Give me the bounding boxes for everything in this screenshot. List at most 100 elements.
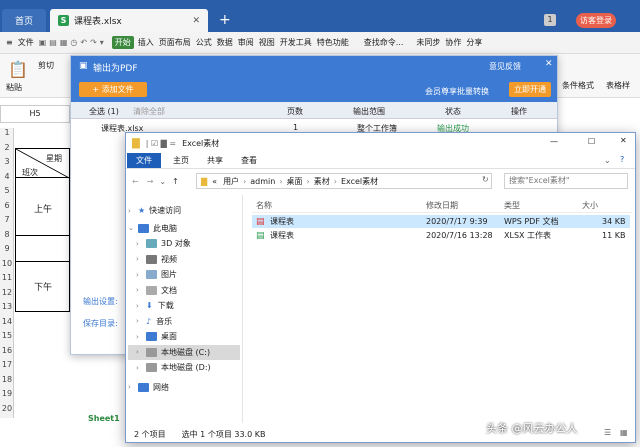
row-number[interactable]: 6 [0,201,14,210]
nav-music[interactable]: › ♪ 音乐 [128,314,240,330]
row-number[interactable]: 16 [0,346,14,355]
menu-review[interactable]: 审阅 [238,37,254,48]
ribbon-tab-file[interactable]: 文件 [127,153,161,168]
path-admin[interactable]: admin [250,177,275,186]
path-excel[interactable]: Excel素材 [341,176,378,187]
close-icon[interactable]: ✕ [192,16,200,26]
menu-layout[interactable]: 页面布局 [159,37,191,48]
row-number[interactable]: 14 [0,317,14,326]
path-users[interactable]: 用户 [223,176,239,187]
row-number[interactable]: 17 [0,360,14,369]
large-icon-view-icon[interactable]: ▦ [620,428,628,437]
nav-disk-c[interactable]: › 本地磁盘 (C:) [128,344,240,360]
col-size[interactable]: 大小 [582,200,598,211]
nav-desktop[interactable]: › 桌面 [128,329,240,345]
paste-icon[interactable]: 📋 [8,60,28,79]
recent-chevron-icon[interactable]: ⌄ [159,177,166,186]
conditional-format-button[interactable]: 条件格式 [562,80,594,91]
ribbon-tab-view[interactable]: 查看 [241,155,257,166]
open-now-button[interactable]: 立即开通 [509,82,551,97]
clear-all-link[interactable]: 清除全部 [133,106,165,117]
menu-formula[interactable]: 公式 [196,37,212,48]
output-settings-label: 输出设置: [83,297,118,306]
nav-quick-access[interactable]: › ★ 快速访问 [128,203,240,219]
nav-3d[interactable]: › 3D 对象 [128,236,240,252]
name-box[interactable]: H5 [0,105,70,123]
guest-login-button[interactable]: 访客登录 [576,13,616,28]
nav-documents[interactable]: › 文档 [128,283,240,299]
add-file-button[interactable]: + 添加文件 [79,82,147,97]
sheet-tab[interactable]: Sheet1 [88,414,120,423]
back-arrow-icon[interactable]: ← [132,177,139,186]
ribbon-tab-share[interactable]: 共享 [207,155,223,166]
search-input[interactable]: 搜索"Excel素材" [504,173,628,189]
path-desktop[interactable]: 桌面 [287,176,303,187]
row-number[interactable]: 10 [0,259,14,268]
col-type[interactable]: 类型 [504,200,520,211]
nav-downloads[interactable]: › ⬇ 下载 [128,298,240,314]
close-icon[interactable]: ✕ [620,136,627,145]
row-number[interactable]: 13 [0,302,14,311]
row-number[interactable]: 2 [0,143,14,152]
file-row[interactable]: ▤ 课程表 2020/7/16 13:28 XLSX 工作表 11 KB [252,229,630,242]
chevron-down-icon[interactable]: ⌄ [604,156,611,165]
search-command[interactable]: 查找命令... [364,37,404,48]
sync-status[interactable]: 未同步 [416,37,440,48]
paste-button[interactable]: 粘贴 [6,82,22,93]
row-number[interactable]: 5 [0,186,14,195]
row-headers: 1 2 3 4 5 6 7 8 9 10 11 12 13 14 15 16 17 18 19 20 [0,128,14,418]
select-all-checkbox[interactable]: 全选 (1) [89,106,119,117]
table-style-button[interactable]: 表格样 [606,80,630,91]
menu-share[interactable]: 分享 [466,37,482,48]
menu-dev[interactable]: 开发工具 [280,37,312,48]
path-overflow[interactable]: « [212,177,217,186]
file-row[interactable]: ▤ 课程表 2020/7/17 9:39 WPS PDF 文档 34 KB [252,215,630,228]
col-name[interactable]: 名称 [256,200,272,211]
pdf-icon: ▣ [79,61,88,71]
tab-home[interactable]: 首页 [2,9,46,32]
menu-view[interactable]: 视图 [259,37,275,48]
menu-feature[interactable]: 特色功能 [317,37,349,48]
refresh-icon[interactable]: ↻ [482,175,489,184]
row-number[interactable]: 15 [0,331,14,340]
nav-pictures[interactable]: › 图片 [128,267,240,283]
new-tab-plus-icon[interactable]: + [219,12,231,28]
nav-network[interactable]: › 网络 [128,380,240,396]
menu-home[interactable]: 开始 [111,36,134,49]
cut-button[interactable]: 剪切 [38,60,54,71]
row-number[interactable]: 20 [0,404,14,413]
row-number[interactable]: 4 [0,172,14,181]
file-name: 课程表 [270,217,294,226]
maximize-icon[interactable]: ☐ [588,137,595,146]
row-number[interactable]: 7 [0,215,14,224]
menu-data[interactable]: 数据 [217,37,233,48]
row-number[interactable]: 3 [0,157,14,166]
menu-icon[interactable]: ≡ [6,38,13,47]
col-date[interactable]: 修改日期 [426,200,458,211]
row-number[interactable]: 12 [0,288,14,297]
ribbon-tab-home[interactable]: 主页 [173,155,189,166]
help-icon[interactable]: ? [620,155,624,164]
menu-file[interactable]: 文件 [18,37,34,48]
menu-insert[interactable]: 插入 [138,37,154,48]
row-number[interactable]: 11 [0,273,14,282]
nav-disk-d[interactable]: › 本地磁盘 (D:) [128,360,240,376]
path-sucai[interactable]: 素材 [314,176,330,187]
row-number[interactable]: 9 [0,244,14,253]
row-number[interactable]: 19 [0,389,14,398]
row-number[interactable]: 1 [0,128,14,137]
nav-this-pc[interactable]: ⌄ 此电脑 [128,221,240,237]
row-number[interactable]: 18 [0,375,14,384]
forward-arrow-icon[interactable]: → [147,177,154,186]
feedback-link[interactable]: 意见反馈 [489,61,521,72]
col-range: 输出范围 [353,107,385,116]
row-number[interactable]: 8 [0,230,14,239]
nav-video[interactable]: › 视频 [128,252,240,268]
menu-collab[interactable]: 协作 [445,37,461,48]
details-view-icon[interactable]: ☰ [604,428,611,437]
up-arrow-icon[interactable]: ↑ [172,177,179,186]
minimize-icon[interactable]: — [550,137,558,146]
address-bar[interactable]: ▇ « 用户 › admin › 桌面 › 素材 › Excel素材 [196,173,492,189]
tab-document[interactable]: S 课程表.xlsx ✕ [50,9,208,32]
close-icon[interactable]: ✕ [545,59,553,69]
